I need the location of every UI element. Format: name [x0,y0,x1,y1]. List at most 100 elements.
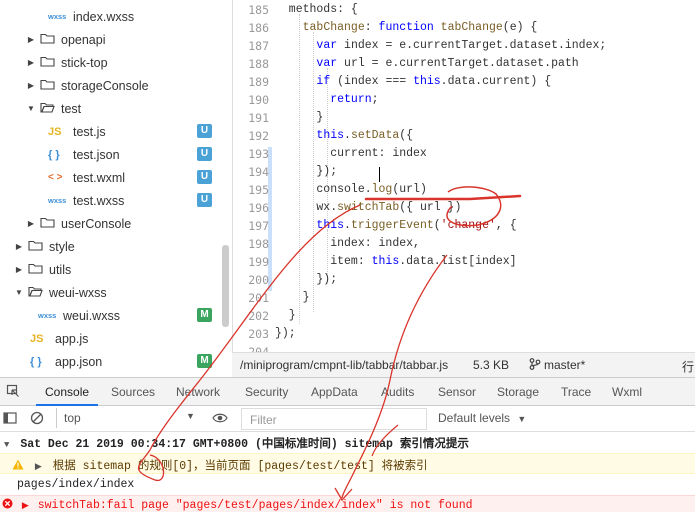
filter-input[interactable]: Filter [241,408,427,430]
code-line: index: index, [275,237,420,250]
file-tree-label: weui-wxss [49,285,107,300]
expand-triangle-icon[interactable]: ▶ [35,462,42,472]
text-cursor [379,167,380,182]
devtools-tab-network[interactable]: Network [176,385,220,399]
file-tree-item[interactable]: wxss weui.wxss M [0,304,222,327]
line-number: 198 [248,237,269,251]
code-line: current: index [275,147,427,160]
line-number: 195 [248,183,269,197]
file-tree-item[interactable]: ▶ style [0,235,222,258]
chevron-right-icon[interactable]: ▶ [26,58,36,67]
devtools-tab-wxml[interactable]: Wxml [612,385,642,399]
console-error-row: ▶ switchTab:fail page "pages/test/pages/… [0,495,695,512]
line-number: 196 [248,201,269,215]
file-tree-item[interactable]: JS app.js [0,327,222,350]
file-tree-label: openapi [61,32,106,47]
folder-open-icon [36,102,61,116]
branch-icon [529,358,541,373]
console-group-header[interactable]: ▼ Sat Dec 21 2019 00:34:17 GMT+0800 (中国标… [0,432,695,452]
code-line: var index = e.currentTarget.dataset.inde… [316,39,607,52]
chevron-down-icon[interactable]: ▼ [14,288,24,297]
file-tree-item[interactable]: ▶ utils [0,258,222,281]
line-number: 187 [248,39,269,53]
sidebar-toggle-icon[interactable] [3,411,17,428]
file-tree-item[interactable]: ▶ stick-top [0,51,222,74]
code-line: } [275,291,310,304]
file-tree-item[interactable]: < > test.wxml U [0,166,222,189]
chevron-right-icon[interactable]: ▶ [26,35,36,44]
devtools-tab-sensor[interactable]: Sensor [438,385,476,399]
folder-icon [36,217,61,231]
devtools-tab-audits[interactable]: Audits [381,385,414,399]
line-number: 186 [248,21,269,35]
file-tree-item[interactable]: ▼ test [0,97,222,120]
file-tree-item[interactable]: ▶ userConsole [0,212,222,235]
file-tree-item[interactable]: ▶ openapi [0,28,222,51]
code-line: if (index === this.data.current) { [316,75,552,88]
line-number: 185 [248,3,269,17]
file-size: 5.3 KB [473,358,510,372]
file-tree-item[interactable]: wxss index.wxss [0,5,222,28]
chevron-down-icon: ▼ [517,414,527,424]
git-status-badge: M [197,308,212,322]
log-levels-dropdown[interactable]: Default levels ▼ [438,411,526,425]
file-tree-label: index.wxss [73,9,135,24]
file-tree-label: test.js [73,124,106,139]
git-status-badge: U [197,170,212,184]
file-tree-item[interactable]: { } app.json M [0,350,222,372]
code-line: var url = e.currentTarget.dataset.path [316,57,579,70]
chevron-right-icon[interactable]: ▶ [26,81,36,90]
file-tree-item[interactable]: ▼ weui-wxss [0,281,222,304]
eye-icon[interactable] [212,411,228,428]
file-tree-label: utils [49,262,72,277]
console-toolbar: top ▼ Filter Default levels ▼ [0,406,695,432]
group-header-text: Sat Dec 21 2019 00:34:17 GMT+0800 (中国标准时… [20,438,469,451]
wxml-file-icon: < > [48,172,63,183]
expand-triangle-icon[interactable]: ▶ [22,501,29,511]
file-tree-label: test.json [73,147,120,162]
file-tree-label: stick-top [61,55,108,70]
tree-scrollbar[interactable] [222,245,229,327]
git-status-badge: M [197,354,212,368]
devtools-tab-trace[interactable]: Trace [561,385,591,399]
file-tree-item[interactable]: wxss test.wxss U [0,189,222,212]
inspect-element-icon[interactable] [6,384,20,401]
wxss-file-icon: wxss [48,12,67,21]
line-number: 188 [248,57,269,71]
console-output: ▼ Sat Dec 21 2019 00:34:17 GMT+0800 (中国标… [0,432,695,512]
file-tree-label: storageConsole [61,78,149,93]
console-warning-row: ▶ 根据 sitemap 的规则[0]，当前页面 [pages/test/tes… [0,453,695,474]
devtools-tab-console[interactable]: Console [45,385,89,399]
git-status-badge: U [197,147,212,161]
code-line: return; [330,93,379,106]
context-value: top [64,411,81,425]
file-path: /miniprogram/cmpnt-lib/tabbar/tabbar.js [240,358,449,372]
file-tree-item[interactable]: JS test.js U [0,120,222,143]
file-tree-label: userConsole [61,216,132,231]
chevron-right-icon[interactable]: ▶ [14,265,24,274]
toolbar-divider [56,408,57,428]
code-line: methods: { [275,3,358,16]
chevron-down-icon[interactable]: ▼ [26,104,36,113]
chevron-right-icon[interactable]: ▶ [26,219,36,228]
line-number: 190 [248,93,269,107]
branch-name[interactable]: master* [544,358,585,372]
line-number: 197 [248,219,269,233]
context-selector[interactable]: top ▼ [64,411,196,427]
file-tree-item[interactable]: ▶ storageConsole [0,74,222,97]
chevron-right-icon[interactable]: ▶ [14,242,24,251]
file-tree-label: style [49,239,75,254]
file-tree-label: test.wxss [73,193,125,208]
console-log-row: pages/index/index [0,475,695,495]
code-editor[interactable]: 185 186 187 188 189 190 191 192 193 194 195 196 197 1… [232,0,695,352]
folder-icon [24,263,49,277]
clear-console-icon[interactable] [30,411,44,428]
devtools-tab-appdata[interactable]: AppData [311,385,358,399]
devtools-tab-sources[interactable]: Sources [111,385,155,399]
devtools-tab-storage[interactable]: Storage [497,385,539,399]
code-line: console.log(url) [275,183,427,196]
devtools-tab-security[interactable]: Security [245,385,288,399]
file-tree-item[interactable]: { } test.json U [0,143,222,166]
code-line: wx.switchTab({ url }) [275,201,462,214]
file-tree-label: test [61,101,82,116]
